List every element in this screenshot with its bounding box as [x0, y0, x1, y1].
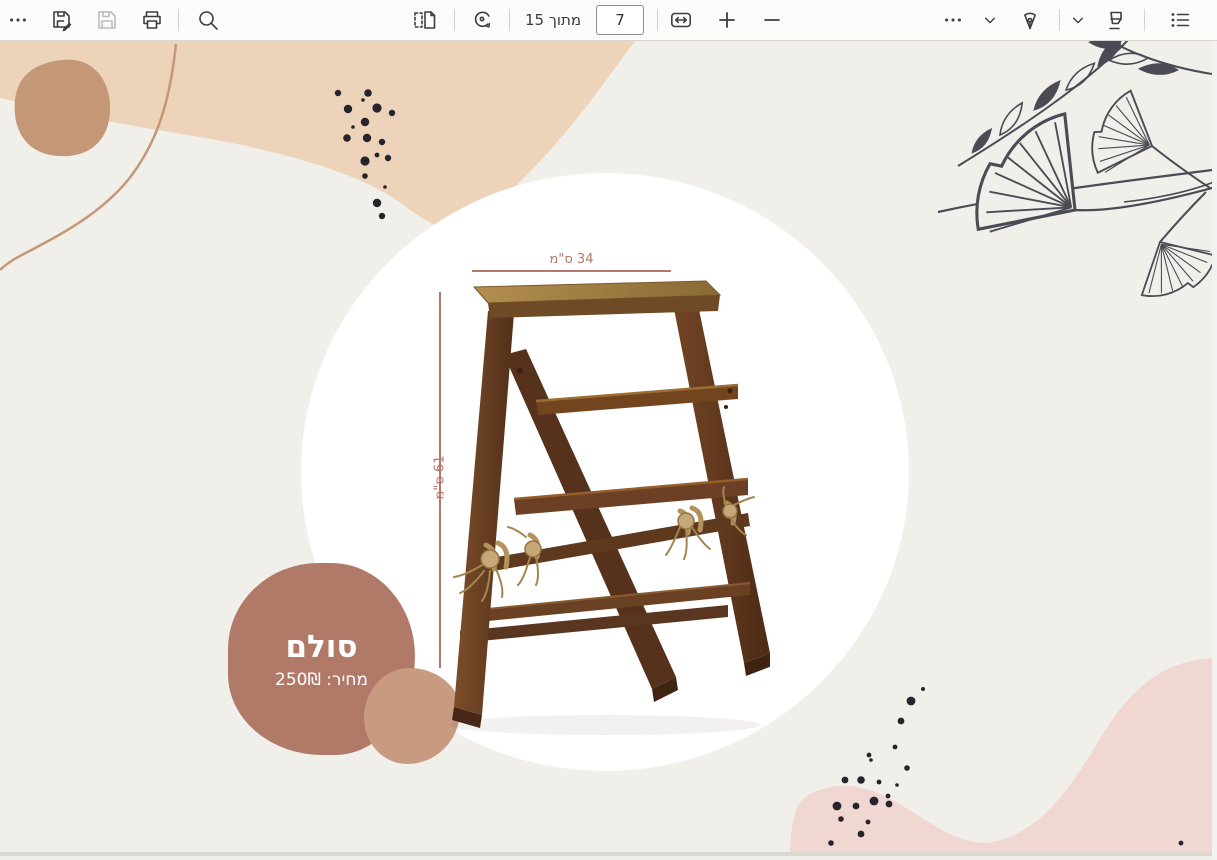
toolbar-divider [1144, 9, 1145, 31]
toolbar-divider [657, 9, 658, 31]
toolbar-divider [1059, 9, 1060, 31]
draw-button[interactable] [1014, 4, 1046, 36]
fit-to-width-button[interactable] [665, 4, 697, 36]
draw-menu-button[interactable] [980, 4, 1000, 36]
ladder-product-image [450, 280, 770, 735]
pdf-page: סולם מחיר: 250₪ 34 ס"מ 61 ס"מ [0, 40, 1212, 856]
page-number-input[interactable] [596, 5, 644, 35]
save-as-icon [53, 11, 72, 32]
toolbar-divider [454, 9, 455, 31]
more-horizontal-icon [10, 18, 26, 22]
more-actions-button[interactable] [2, 4, 34, 36]
page-view-icon [414, 11, 436, 29]
more-horizontal-icon [945, 18, 961, 22]
search-button[interactable] [192, 4, 224, 36]
product-title: סולם [285, 628, 358, 665]
product-price: מחיר: 250₪ [275, 670, 368, 691]
zoom-out-icon [764, 19, 780, 21]
pdf-toolbar: מתוך 15 [0, 0, 1217, 41]
width-dimension-line [472, 270, 671, 272]
botanical-line-art [937, 40, 1212, 313]
rotate-button[interactable] [466, 4, 498, 36]
ginkgo-leaf-medium [1080, 82, 1169, 189]
search-icon [199, 11, 218, 30]
toolbar-divider [178, 9, 179, 31]
width-dimension-label: 34 ס"מ [549, 252, 594, 267]
contents-button[interactable] [1164, 4, 1196, 36]
print-button[interactable] [136, 4, 168, 36]
highlight-button[interactable] [1100, 4, 1132, 36]
save-icon [98, 11, 116, 29]
chevron-down-icon [984, 17, 996, 24]
ginkgo-leaf-large [953, 93, 1119, 270]
highlighter-icon [1109, 11, 1122, 30]
print-icon [143, 11, 161, 29]
save-as-button[interactable] [46, 4, 78, 36]
highlight-menu-button[interactable] [1068, 4, 1088, 36]
save-button[interactable] [91, 4, 123, 36]
rotate-icon [474, 11, 491, 28]
fit-to-width-icon [670, 12, 691, 28]
ginkgo-leaf-small [1122, 220, 1212, 313]
toolbar-divider [509, 9, 510, 31]
chevron-down-icon [1072, 17, 1084, 24]
height-dimension-label: 61 ס"מ [432, 455, 448, 500]
tan-blob-shape [14, 59, 111, 157]
zoom-out-button[interactable] [756, 4, 788, 36]
zoom-in-icon [719, 12, 735, 28]
vertical-scrollbar[interactable] [1212, 40, 1217, 860]
page-view-button[interactable] [409, 4, 441, 36]
page-count-label: מתוך 15 [524, 11, 582, 29]
draw-pen-icon [1024, 12, 1036, 30]
tools-more-button[interactable] [937, 4, 969, 36]
contents-list-icon [1171, 13, 1190, 27]
page-gap [0, 852, 1212, 856]
zoom-in-button[interactable] [711, 4, 743, 36]
pink-wave-shape [790, 658, 1212, 856]
